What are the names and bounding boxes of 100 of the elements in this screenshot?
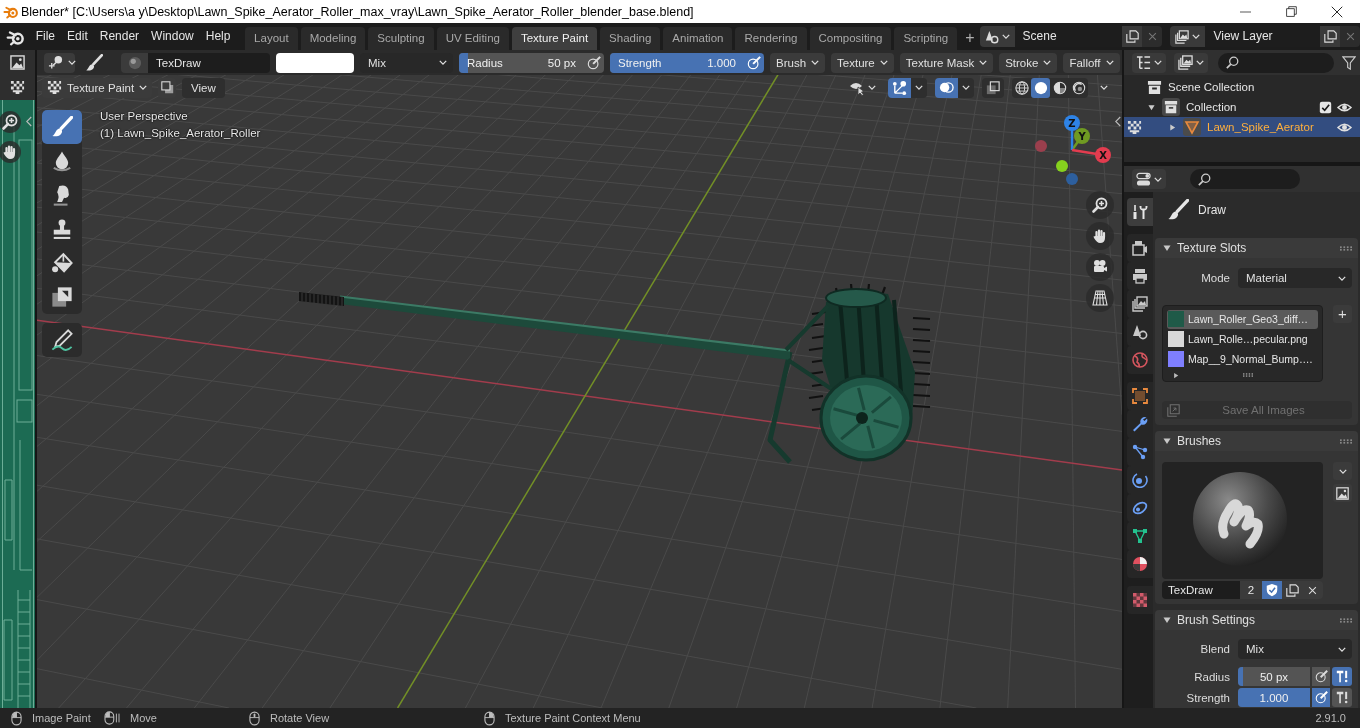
blend-dropdown[interactable]: Mix <box>360 52 453 73</box>
workspace-tab[interactable]: Shading <box>600 27 661 50</box>
display-mode-button[interactable] <box>1132 52 1166 73</box>
remove-button[interactable] <box>1340 26 1360 47</box>
unified-button[interactable] <box>1332 688 1352 707</box>
slider[interactable]: Radius 50 px <box>459 52 584 73</box>
axis-handle[interactable]: X <box>1071 147 1111 163</box>
duplicate-button[interactable] <box>1282 581 1302 599</box>
panel-header[interactable]: Texture Slots <box>1155 238 1358 258</box>
drag-handle-icon[interactable] <box>1340 245 1352 251</box>
filter-button[interactable] <box>1174 52 1208 73</box>
duplicate-button[interactable] <box>1122 26 1143 47</box>
gizmo-toggle[interactable] <box>888 77 911 98</box>
scene-browse-button[interactable] <box>979 26 1015 47</box>
close-icon[interactable] <box>1331 5 1343 18</box>
image-editor-icon[interactable] <box>10 55 25 70</box>
editor-type-button[interactable] <box>1132 169 1166 189</box>
slider[interactable]: Strength 1.000 <box>610 52 744 73</box>
xray-toggle[interactable] <box>982 77 1004 98</box>
properties-tab[interactable] <box>1127 234 1153 262</box>
dropdown-menu[interactable]: Texture Mask <box>899 52 994 73</box>
workspace-tab[interactable]: Scripting <box>894 27 958 50</box>
workspace-tab[interactable]: Texture Paint <box>511 27 598 50</box>
mode-dropdown[interactable]: Material <box>1238 268 1352 288</box>
brush-preview-drawing[interactable] <box>1162 462 1323 579</box>
texture-slot-row[interactable]: Lawn_Rolle…pecular.png <box>1167 329 1318 349</box>
brush-name-field[interactable]: TexDraw <box>148 52 270 73</box>
eye-icon[interactable] <box>1336 102 1352 112</box>
mode-dropdown[interactable]: Texture Paint <box>42 77 152 98</box>
remove-button[interactable] <box>1142 26 1163 47</box>
menu-item[interactable]: Window <box>145 23 200 50</box>
properties-tab[interactable] <box>1127 550 1153 578</box>
tool-button[interactable] <box>42 323 82 357</box>
workspace-tab[interactable]: Rendering <box>735 27 807 50</box>
menu-item[interactable]: File <box>29 23 62 50</box>
view-menu[interactable]: View <box>182 77 225 98</box>
view-layer-browse-button[interactable] <box>1170 26 1206 47</box>
outliner-row[interactable]: Collection <box>1124 97 1360 117</box>
brush-image-button[interactable] <box>1333 484 1352 502</box>
panel-header[interactable]: Brush Settings <box>1155 610 1358 630</box>
outliner-row[interactable]: Scene Collection <box>1124 77 1360 97</box>
shading-button[interactable] <box>1031 77 1050 98</box>
slider[interactable]: 1.000 <box>1238 688 1310 707</box>
dropdown-menu[interactable]: Falloff <box>1063 52 1120 73</box>
expanded-arrow-icon[interactable] <box>1163 437 1171 445</box>
pressure-button[interactable] <box>584 52 604 73</box>
dropdown-menu[interactable]: Stroke <box>999 52 1058 73</box>
resize-grip-icon[interactable] <box>1243 373 1253 378</box>
zoom-icon[interactable] <box>0 111 21 133</box>
dropdown-menu[interactable]: Brush <box>770 52 826 73</box>
axis-dot-icon[interactable] <box>1066 173 1078 185</box>
tool-button[interactable] <box>42 110 82 144</box>
blend-dropdown[interactable]: Mix <box>1238 639 1352 659</box>
overlays-toggle[interactable] <box>935 77 958 98</box>
slider[interactable]: 50 px <box>1238 667 1310 686</box>
properties-tab[interactable] <box>1127 382 1153 410</box>
filter-icon[interactable] <box>1342 55 1356 70</box>
fake-user-button[interactable] <box>1262 581 1282 599</box>
gizmo-dropdown[interactable] <box>911 77 927 98</box>
menu-item[interactable]: Edit <box>61 23 94 50</box>
workspace-tab[interactable]: Compositing <box>809 27 892 50</box>
hand-icon[interactable] <box>0 141 21 163</box>
workspace-tab[interactable]: Layout <box>245 27 298 50</box>
collapsed-arrow-icon[interactable] <box>1168 123 1176 131</box>
zoom-icon[interactable] <box>1086 191 1114 219</box>
eye-icon[interactable] <box>1336 122 1352 132</box>
checkbox[interactable] <box>1318 100 1332 114</box>
unified-button[interactable] <box>1332 667 1352 686</box>
drag-handle-icon[interactable] <box>1340 438 1352 444</box>
brush-menu-button[interactable] <box>1333 462 1352 480</box>
brush-browse-button[interactable] <box>121 52 148 73</box>
search-field[interactable] <box>1218 52 1334 73</box>
user-count[interactable]: 2 <box>1240 581 1262 599</box>
pressure-button[interactable] <box>744 52 764 73</box>
menu-item[interactable]: Render <box>93 23 146 50</box>
expanded-arrow-icon[interactable] <box>1163 616 1171 624</box>
camera-icon[interactable] <box>1086 253 1114 281</box>
panel-header[interactable]: Brushes <box>1155 431 1358 451</box>
workspace-tab[interactable]: Modeling <box>300 27 366 50</box>
duplicate-button[interactable] <box>1320 26 1340 47</box>
workspace-tab[interactable]: Sculpting <box>368 27 434 50</box>
properties-tab[interactable] <box>1127 198 1153 226</box>
workspace-tab[interactable]: Animation <box>663 27 733 50</box>
maximize-icon[interactable] <box>1285 6 1297 17</box>
brush-name-field[interactable]: TexDraw <box>1162 581 1240 599</box>
texture-slot-row[interactable]: Lawn_Roller_Geo3_diff… <box>1167 310 1318 329</box>
axis-dot-icon[interactable] <box>1056 160 1068 172</box>
dropdown-menu[interactable]: Texture <box>831 52 894 73</box>
axis-handle[interactable]: Z <box>1064 115 1080 150</box>
color-swatch[interactable] <box>276 52 354 73</box>
add-slot-button[interactable]: + <box>1333 305 1352 323</box>
texture-slot-row[interactable]: Map__9_Normal_Bump…. <box>1167 349 1318 369</box>
drag-handle-icon[interactable] <box>1340 617 1352 623</box>
hand-icon[interactable] <box>1086 222 1114 250</box>
expanded-arrow-icon[interactable] <box>1147 103 1155 111</box>
menu-item[interactable]: Help <box>199 23 237 50</box>
grid-icon[interactable] <box>1086 284 1114 312</box>
axis-dot-icon[interactable] <box>1035 140 1047 152</box>
outliner-row[interactable]: Lawn_Spike_Aerator <box>1124 117 1360 137</box>
expand-arrow-icon[interactable] <box>1173 371 1179 379</box>
